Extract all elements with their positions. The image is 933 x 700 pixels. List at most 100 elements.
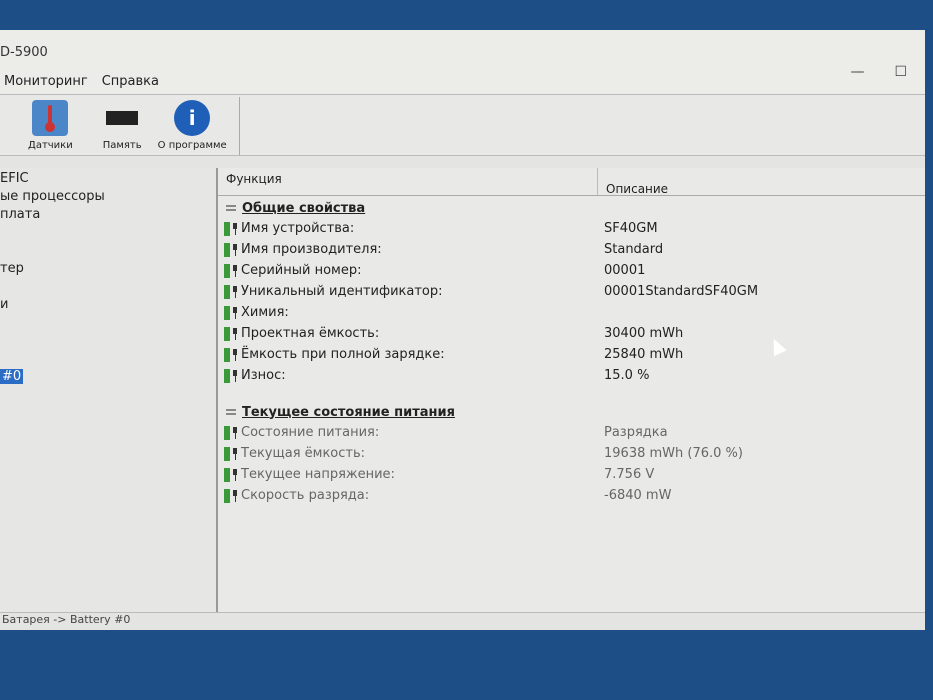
maximize-button[interactable]: ☐ — [894, 64, 907, 80]
group-icon — [226, 205, 236, 211]
property-label: Скорость разряда: — [241, 488, 370, 503]
memory-button[interactable]: Память — [95, 100, 150, 155]
property-row[interactable]: Уникальный идентификатор: 00001StandardSF… — [218, 281, 925, 302]
property-value: 30400 mWh — [604, 326, 684, 341]
tree-item[interactable] — [0, 332, 216, 350]
property-label: Текущее напряжение: — [241, 467, 395, 482]
battery-icon — [224, 284, 230, 299]
tree-item[interactable]: EFIC — [0, 170, 216, 188]
property-label: Текущая ёмкость: — [241, 446, 366, 461]
plug-icon — [232, 426, 238, 439]
battery-icon — [224, 446, 230, 461]
plug-icon — [232, 243, 238, 256]
property-value: 15.0 % — [604, 368, 650, 383]
toolbar: Датчики Память i О программе — [0, 94, 925, 156]
battery-icon — [224, 368, 230, 383]
property-label: Уникальный идентификатор: — [241, 284, 443, 299]
info-icon: i — [174, 100, 211, 136]
property-row[interactable]: Состояние питания: Разрядка — [218, 422, 925, 443]
property-label: Износ: — [241, 368, 286, 383]
plug-icon — [232, 327, 238, 340]
tree-item[interactable] — [0, 278, 216, 296]
toolbar-divider — [238, 97, 240, 155]
window-title: D-5900 — [0, 44, 48, 60]
sensors-button[interactable]: Датчики — [20, 100, 81, 155]
tree-item[interactable]: тер — [0, 260, 216, 278]
plug-icon — [232, 222, 238, 235]
property-row[interactable]: Износ: 15.0 % — [218, 365, 925, 386]
property-row[interactable]: Скорость разряда: -6840 mW — [218, 485, 925, 506]
battery-icon — [224, 305, 230, 320]
property-row[interactable]: Серийный номер: 00001 — [218, 260, 925, 281]
battery-icon — [224, 263, 230, 278]
property-value: 7.756 V — [604, 467, 655, 482]
property-row[interactable]: Ёмкость при полной зарядке: 25840 mWh — [218, 344, 925, 365]
app-window: D-5900 — ☐ Мониторинг Справка Датчики Па… — [0, 30, 925, 630]
plug-icon — [232, 369, 238, 382]
plug-icon — [232, 468, 238, 481]
thermometer-icon — [32, 100, 69, 136]
property-label: Серийный номер: — [241, 263, 362, 278]
battery-icon — [224, 347, 230, 362]
plug-icon — [232, 489, 238, 502]
tree-item[interactable]: плата — [0, 206, 216, 224]
property-row[interactable]: Текущая ёмкость: 19638 mWh (76.0 %) — [218, 443, 925, 464]
column-header-function[interactable]: Функция — [218, 168, 598, 195]
menu-bar: Мониторинг Справка — [0, 74, 925, 94]
property-row[interactable]: Проектная ёмкость: 30400 mWh — [218, 323, 925, 344]
detail-panel: Функция Описание Общие свойства Имя устро… — [218, 168, 925, 612]
tree-item[interactable] — [0, 224, 216, 242]
status-bar: Батарея -> Battery #0 — [0, 612, 925, 630]
property-value: 25840 mWh — [604, 347, 684, 362]
column-header-description[interactable]: Описание — [598, 168, 676, 196]
property-row[interactable]: Химия: — [218, 302, 925, 323]
tree-item-battery-selected[interactable]: #0 — [0, 368, 216, 386]
memory-label: Память — [102, 140, 142, 151]
group-title: Общие свойства — [242, 200, 366, 216]
property-value: Разрядка — [604, 425, 668, 440]
property-label: Имя устройства: — [241, 221, 355, 236]
menu-monitoring[interactable]: Мониторинг — [4, 74, 88, 94]
menu-help[interactable]: Справка — [102, 74, 159, 94]
tree-item-label: #0 — [0, 369, 24, 384]
minimize-button[interactable]: — — [850, 64, 864, 80]
plug-icon — [232, 285, 238, 298]
property-value: 19638 mWh (76.0 %) — [604, 446, 743, 461]
tree-item[interactable]: и — [0, 296, 216, 314]
property-value: 00001StandardSF40GM — [604, 284, 759, 299]
group-icon — [226, 409, 236, 415]
battery-icon — [224, 221, 230, 236]
property-value: 00001 — [604, 263, 646, 278]
property-label: Имя производителя: — [241, 242, 382, 257]
property-row[interactable]: Текущее напряжение: 7.756 V — [218, 464, 925, 485]
group-header: Текущее состояние питания — [218, 402, 925, 422]
about-button[interactable]: i О программе — [150, 100, 235, 155]
battery-icon — [224, 326, 230, 341]
property-value: Standard — [604, 242, 664, 257]
battery-icon — [224, 488, 230, 503]
group-title: Текущее состояние питания — [242, 404, 455, 420]
battery-icon — [224, 467, 230, 482]
title-bar: D-5900 — ☐ — [0, 30, 925, 80]
property-label: Химия: — [241, 305, 289, 320]
tree-item[interactable]: ые процессоры — [0, 188, 216, 206]
group-header: Общие свойства — [218, 198, 925, 218]
plug-icon — [232, 264, 238, 277]
plug-icon — [232, 447, 238, 460]
device-tree[interactable]: EFIC ые процессоры плата тер и #0 — [0, 168, 218, 612]
tree-item[interactable] — [0, 350, 216, 368]
sensors-label: Датчики — [28, 140, 73, 151]
property-row[interactable]: Имя устройства: SF40GM — [218, 218, 925, 239]
tree-item[interactable] — [0, 242, 216, 260]
battery-icon — [224, 242, 230, 257]
property-label: Ёмкость при полной зарядке: — [241, 347, 445, 362]
property-label: Состояние питания: — [241, 425, 380, 440]
plug-icon — [232, 306, 238, 319]
about-label: О программе — [157, 140, 227, 151]
plug-icon — [232, 348, 238, 361]
battery-icon — [224, 425, 230, 440]
property-label: Проектная ёмкость: — [241, 326, 380, 341]
property-value: -6840 mW — [604, 488, 672, 503]
property-row[interactable]: Имя производителя: Standard — [218, 239, 925, 260]
tree-item[interactable] — [0, 314, 216, 332]
